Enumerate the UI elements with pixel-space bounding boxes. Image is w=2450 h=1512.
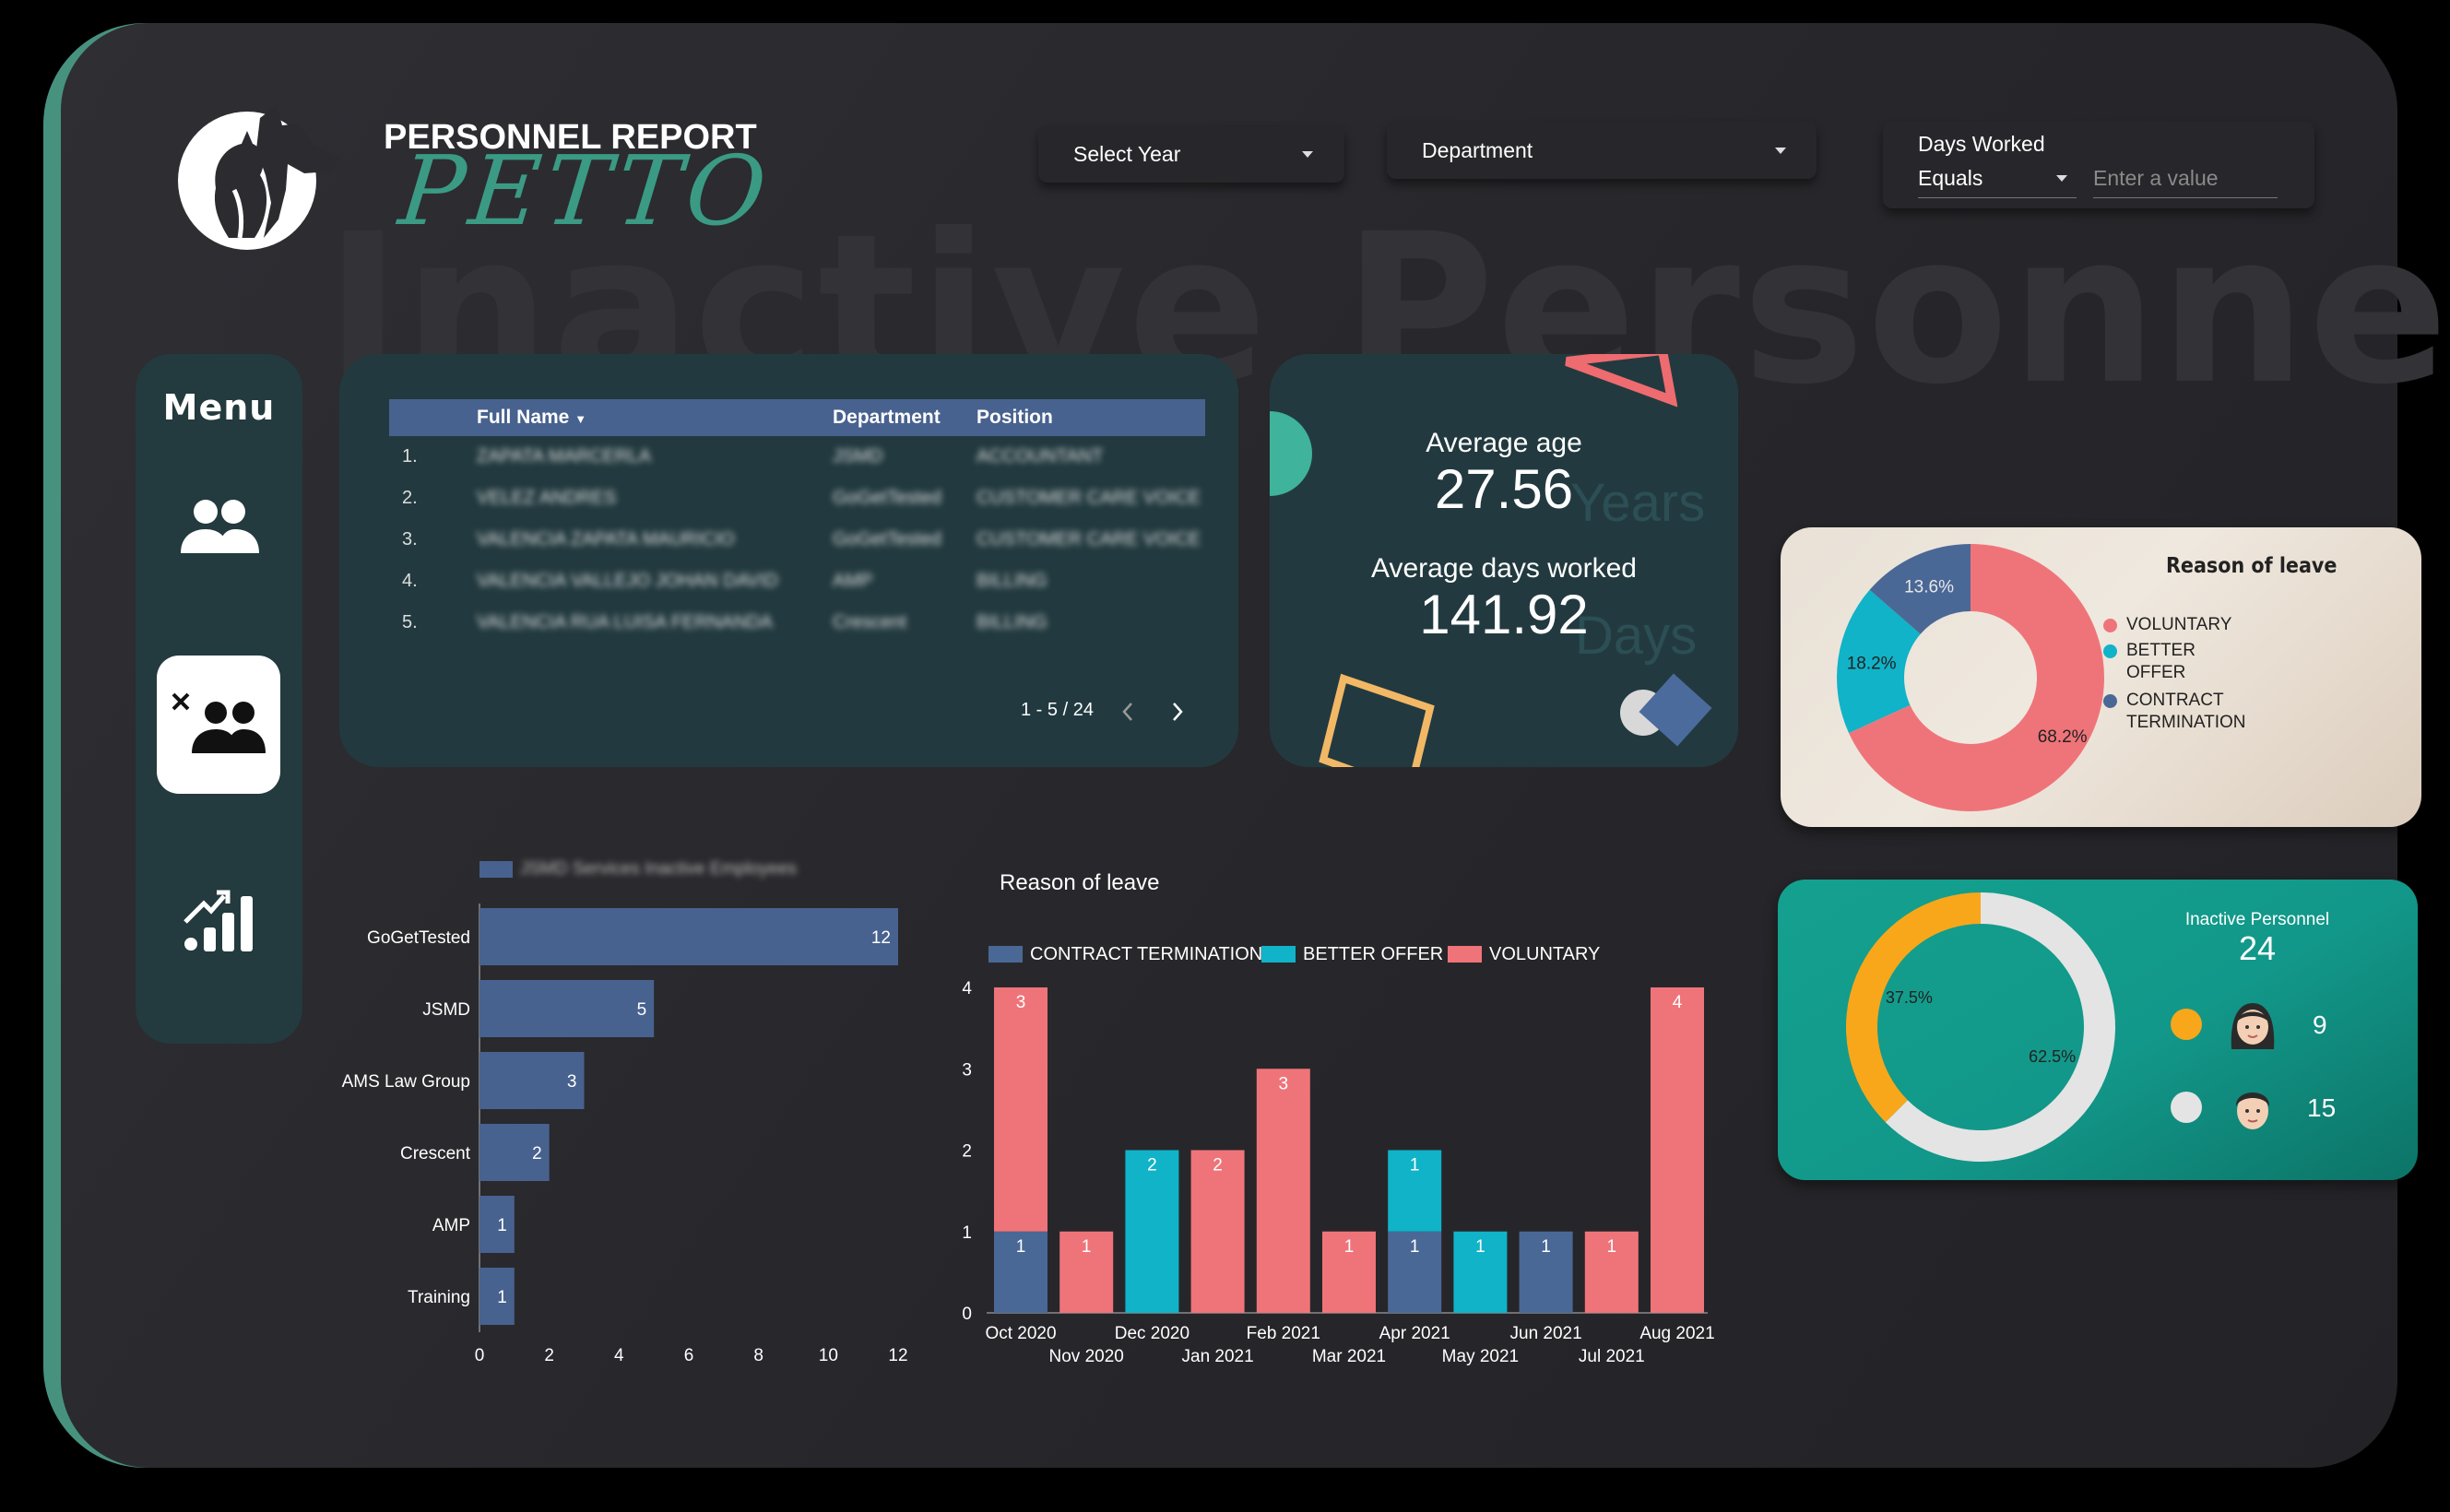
male-count: 15 xyxy=(2307,1093,2337,1122)
tick-label: 3 xyxy=(962,1060,972,1080)
inactive-personnel-card: 62.5% 37.5% Inactive Personnel 24 9 15 xyxy=(1778,880,2418,1180)
tick-label: May 2021 xyxy=(1442,1347,1519,1366)
data-label: 1 xyxy=(1344,1237,1355,1257)
tick-label: Nov 2020 xyxy=(1049,1347,1124,1366)
data-label: 1 xyxy=(1541,1237,1551,1257)
tick-label: 1 xyxy=(962,1223,972,1243)
tick-label: Mar 2021 xyxy=(1312,1347,1386,1366)
reason-of-leave-card: 68.2% 18.2% 13.6% Reason of leave VOLUNTAR… xyxy=(1781,527,2421,827)
days-worked-placeholder: Enter a value xyxy=(2093,166,2219,190)
tick-label: 2 xyxy=(962,1142,972,1162)
monthly-stacked-bars: 0 1 2 3 4 1 3 Oct 2020 1 Nov 2020 2 Dec 2020 2 Jan 20… xyxy=(962,979,1714,1366)
data-label: 1 xyxy=(1475,1237,1485,1257)
legend-label: VOLUNTARY xyxy=(2126,615,2232,634)
tick-label: 4 xyxy=(962,979,972,998)
tick-label: 0 xyxy=(962,1305,972,1324)
reason-chart-title: Reason of leave xyxy=(2166,554,2338,578)
reason-donut-chart[interactable]: 68.2% 18.2% 13.6% xyxy=(1781,527,2113,827)
slice-label: 37.5% xyxy=(1886,988,1933,1007)
chevron-down-icon xyxy=(2056,175,2067,182)
data-label: 1 xyxy=(1016,1237,1026,1257)
operator-value: Equals xyxy=(1918,166,1983,190)
operator-select[interactable]: Equals xyxy=(1918,166,2077,198)
legend-label: BETTER OFFER xyxy=(2126,641,2196,682)
data-label: 2 xyxy=(1147,1156,1157,1175)
bar-segment xyxy=(1651,987,1704,1313)
legend-dot xyxy=(2103,644,2117,658)
legend-item: CONTRACT TERMINATION xyxy=(2103,690,2274,734)
data-label: 3 xyxy=(1279,1074,1289,1093)
inactive-total-value: 24 xyxy=(2238,929,2277,967)
tick-label: Jun 2021 xyxy=(1510,1324,1582,1343)
legend-label: CONTRACT TERMINATION xyxy=(2126,691,2246,732)
slice-label: 18.2% xyxy=(1847,654,1897,673)
days-worked-input[interactable]: Enter a value xyxy=(2093,166,2278,198)
tick-label: Jan 2021 xyxy=(1182,1347,1254,1366)
male-legend-dot xyxy=(2171,1092,2202,1123)
bar-segment xyxy=(994,987,1047,1232)
data-label: 3 xyxy=(1016,993,1026,1012)
gender-donut-chart[interactable]: 62.5% 37.5% xyxy=(1778,880,2165,1180)
man-avatar-icon xyxy=(2235,1093,2270,1129)
inactive-total-label: Inactive Personnel xyxy=(2184,910,2330,929)
tick-label: Jul 2021 xyxy=(1579,1347,1645,1366)
slice-label: 68.2% xyxy=(2038,727,2088,747)
woman-avatar-icon xyxy=(2231,1003,2275,1049)
days-worked-filter: Days Worked Equals Enter a value xyxy=(1883,122,2314,208)
tick-label: Feb 2021 xyxy=(1247,1324,1320,1343)
bar-segment xyxy=(1256,1069,1310,1313)
legend-dot xyxy=(2103,619,2117,632)
slice-label: 13.6% xyxy=(1904,577,1954,597)
tick-label: Apr 2021 xyxy=(1379,1324,1450,1343)
tick-label: Dec 2020 xyxy=(1115,1324,1189,1343)
legend-item: VOLUNTARY xyxy=(2103,614,2274,636)
legend-item: BETTER OFFER xyxy=(2103,640,2214,684)
chevron-down-icon xyxy=(1775,148,1786,154)
female-legend-dot xyxy=(2171,1009,2202,1040)
tick-label: Oct 2020 xyxy=(985,1324,1056,1343)
donut-slice xyxy=(1846,892,1981,1123)
days-worked-label: Days Worked xyxy=(1918,132,2045,156)
data-label: 1 xyxy=(1410,1237,1420,1257)
slice-label: 62.5% xyxy=(2029,1047,2076,1066)
legend-dot xyxy=(2103,694,2117,708)
female-count: 9 xyxy=(2313,1010,2327,1039)
data-label: 1 xyxy=(1410,1156,1420,1175)
data-label: 4 xyxy=(1673,993,1683,1012)
data-label: 2 xyxy=(1213,1156,1223,1175)
tick-label: Aug 2021 xyxy=(1639,1324,1714,1343)
data-label: 1 xyxy=(1082,1237,1092,1257)
data-label: 1 xyxy=(1607,1237,1617,1257)
